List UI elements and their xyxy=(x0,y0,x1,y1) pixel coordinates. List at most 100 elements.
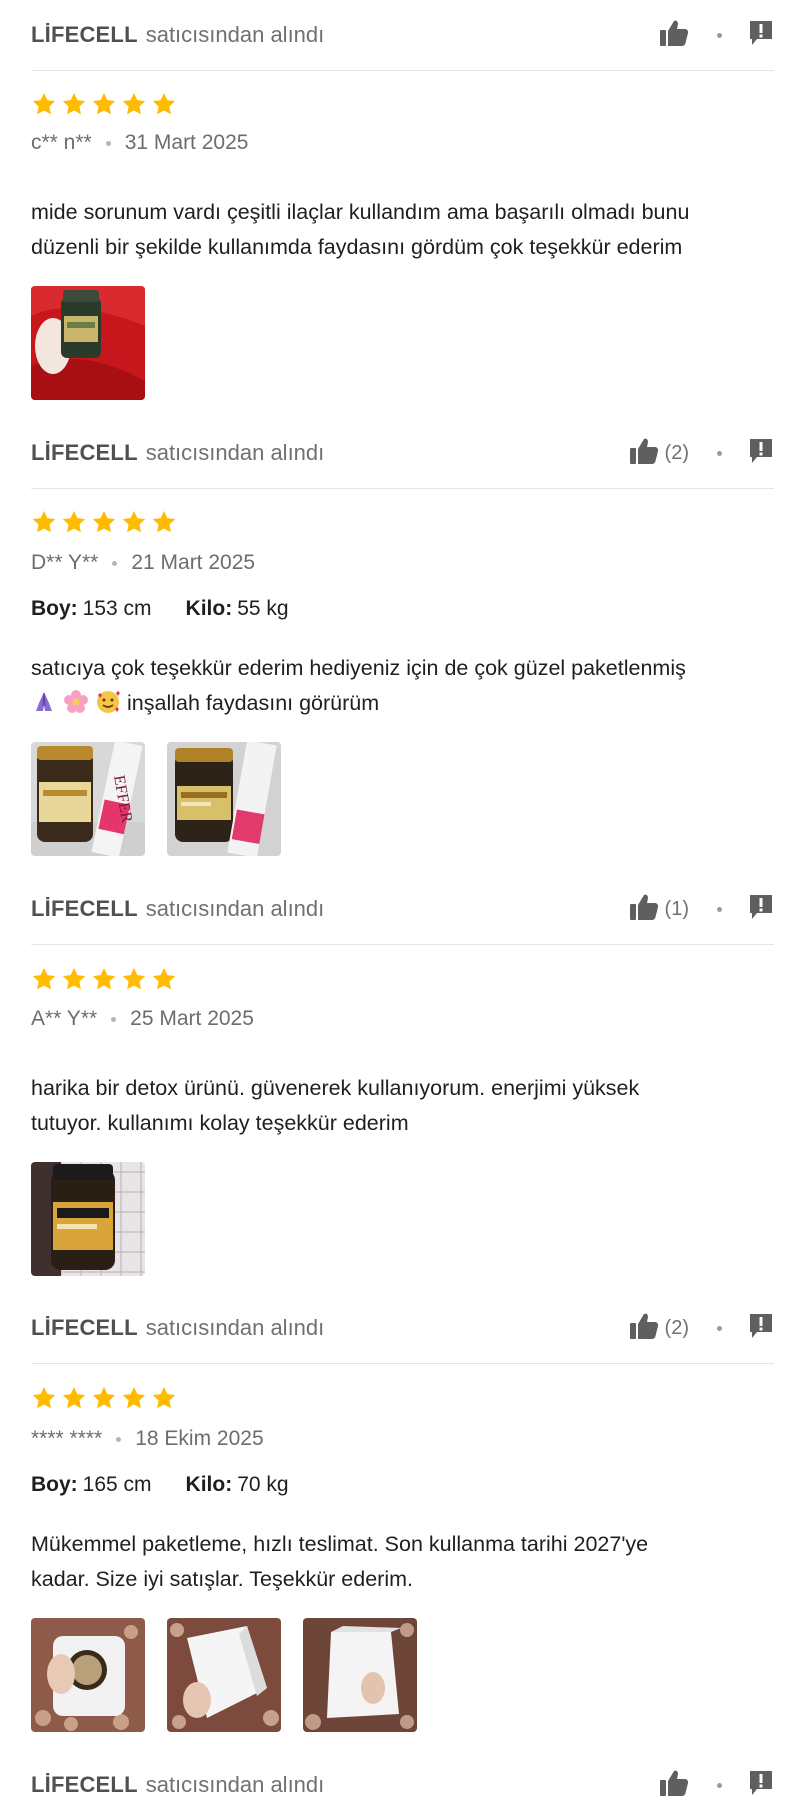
review-meta: **** **** 18 Ekim 2025 xyxy=(31,1425,264,1453)
separator-dot xyxy=(717,450,722,456)
review-text: Mükemmel paketleme, hızlı teslimat. Son … xyxy=(31,1527,771,1597)
seller-row: LİFECELL satıcısından alındı (2) xyxy=(31,428,774,478)
report-flag-icon xyxy=(748,1312,774,1345)
like-button[interactable]: (2) xyxy=(629,437,689,470)
like-count: (2) xyxy=(664,441,689,464)
seller-suffix: satıcısından alındı xyxy=(145,440,325,465)
star-icon xyxy=(151,1385,177,1411)
star-icon xyxy=(91,1385,117,1411)
star-rating xyxy=(31,91,177,117)
like-count: (2) xyxy=(664,1316,689,1339)
weight-value: 70 kg xyxy=(237,1473,289,1496)
height-value: 165 cm xyxy=(82,1473,152,1496)
review-photo[interactable] xyxy=(303,1618,417,1732)
review-photo[interactable] xyxy=(31,1618,145,1732)
reviews-page: LİFECELL satıcısından alındı c** n** 31 … xyxy=(0,0,800,1810)
seller-name: LİFECELL xyxy=(31,22,138,47)
report-flag-icon xyxy=(748,1769,774,1802)
star-icon xyxy=(31,966,57,992)
star-icon xyxy=(151,509,177,535)
separator-dot xyxy=(116,1436,122,1442)
star-rating xyxy=(31,509,177,535)
seller-name: LİFECELL xyxy=(31,1315,138,1340)
report-button[interactable] xyxy=(748,1312,774,1345)
review-photo[interactable] xyxy=(167,742,281,856)
seller-suffix: satıcısından alındı xyxy=(145,1772,325,1797)
thumbs-up-icon xyxy=(629,893,659,926)
seller-name: LİFECELL xyxy=(31,440,138,465)
report-button[interactable] xyxy=(748,437,774,470)
seller-suffix: satıcısından alındı xyxy=(145,1315,325,1340)
report-button[interactable] xyxy=(748,893,774,926)
review-meta: c** n** 31 Mart 2025 xyxy=(31,129,248,157)
report-flag-icon xyxy=(748,437,774,470)
review-author: D** Y** xyxy=(31,551,99,574)
star-icon xyxy=(91,91,117,117)
separator-dot xyxy=(112,560,118,566)
review-meta: A** Y** 25 Mart 2025 xyxy=(31,1005,254,1033)
review-text-line: Mükemmel paketleme, hızlı teslimat. Son … xyxy=(31,1532,649,1556)
flower-emoji xyxy=(63,689,89,715)
review-photos: EFFER xyxy=(31,742,281,856)
thumbs-up-icon xyxy=(659,1769,689,1802)
like-button[interactable] xyxy=(659,19,689,52)
review-date: 31 Mart 2025 xyxy=(124,131,249,154)
reviewer-attributes: Boy: 165 cm Kilo: 70 kg xyxy=(31,1470,289,1500)
weight-value: 55 kg xyxy=(237,597,289,620)
report-button[interactable] xyxy=(748,19,774,52)
review-text-line: tutuyor. kullanımı kolay teşekkür ederim xyxy=(31,1111,409,1135)
review-text: harika bir detox ürünü. güvenerek kullan… xyxy=(31,1071,771,1141)
seller-row: LİFECELL satıcısından alındı (1) xyxy=(31,884,774,934)
review-text-line: kadar. Size iyi satışlar. Teşekkür ederi… xyxy=(31,1567,413,1591)
review-text: mide sorunum vardı çeşitli ilaçlar kulla… xyxy=(31,195,771,265)
separator-dot xyxy=(111,1016,117,1022)
divider xyxy=(31,70,774,71)
divider xyxy=(31,488,774,489)
star-icon xyxy=(61,1385,87,1411)
weight-attribute: Kilo: 55 kg xyxy=(186,597,289,621)
star-icon xyxy=(151,966,177,992)
like-count: (1) xyxy=(664,897,689,920)
review-date: 21 Mart 2025 xyxy=(131,551,256,574)
height-attribute: Boy: 165 cm xyxy=(31,1473,152,1497)
report-flag-icon xyxy=(748,893,774,926)
seller-suffix: satıcısından alındı xyxy=(145,22,325,47)
star-icon xyxy=(61,509,87,535)
review-photo[interactable] xyxy=(31,286,145,400)
review-actions xyxy=(659,10,774,60)
star-rating xyxy=(31,1385,177,1411)
seller-name: LİFECELL xyxy=(31,1772,138,1797)
review-actions xyxy=(659,1760,774,1810)
review-date: 25 Mart 2025 xyxy=(130,1007,254,1030)
thumbs-up-icon xyxy=(629,1312,659,1345)
star-icon xyxy=(151,91,177,117)
thumbs-up-icon xyxy=(659,19,689,52)
seller-suffix: satıcısından alındı xyxy=(145,896,325,921)
review-photos xyxy=(31,1162,145,1276)
reviewer-attributes: Boy: 153 cm Kilo: 55 kg xyxy=(31,594,289,624)
like-button[interactable] xyxy=(659,1769,689,1802)
report-button[interactable] xyxy=(748,1769,774,1802)
review-photo[interactable]: EFFER xyxy=(31,742,145,856)
review-date: 18 Ekim 2025 xyxy=(135,1427,264,1450)
seller-row: LİFECELL satıcısından alındı (2) xyxy=(31,1303,774,1353)
like-button[interactable]: (2) xyxy=(629,1312,689,1345)
review-text: satıcıya çok teşekkür ederim hediyeniz i… xyxy=(31,651,771,721)
review-photo[interactable] xyxy=(31,1162,145,1276)
star-icon xyxy=(61,91,87,117)
review-text-line: düzenli bir şekilde kullanımda faydasını… xyxy=(31,235,683,259)
divider xyxy=(31,1363,774,1364)
review-text-line: inşallah faydasını görürüm xyxy=(127,691,380,715)
like-button[interactable]: (1) xyxy=(629,893,689,926)
star-icon xyxy=(91,966,117,992)
star-icon xyxy=(61,966,87,992)
review-author: **** **** xyxy=(31,1427,103,1450)
height-label: Boy: xyxy=(31,1473,78,1496)
review-text-line: satıcıya çok teşekkür ederim hediyeniz i… xyxy=(31,656,686,680)
review-meta: D** Y** 21 Mart 2025 xyxy=(31,549,255,577)
review-photo[interactable] xyxy=(167,1618,281,1732)
thumbs-up-icon xyxy=(629,437,659,470)
report-flag-icon xyxy=(748,19,774,52)
star-icon xyxy=(121,966,147,992)
weight-label: Kilo: xyxy=(185,1473,233,1496)
